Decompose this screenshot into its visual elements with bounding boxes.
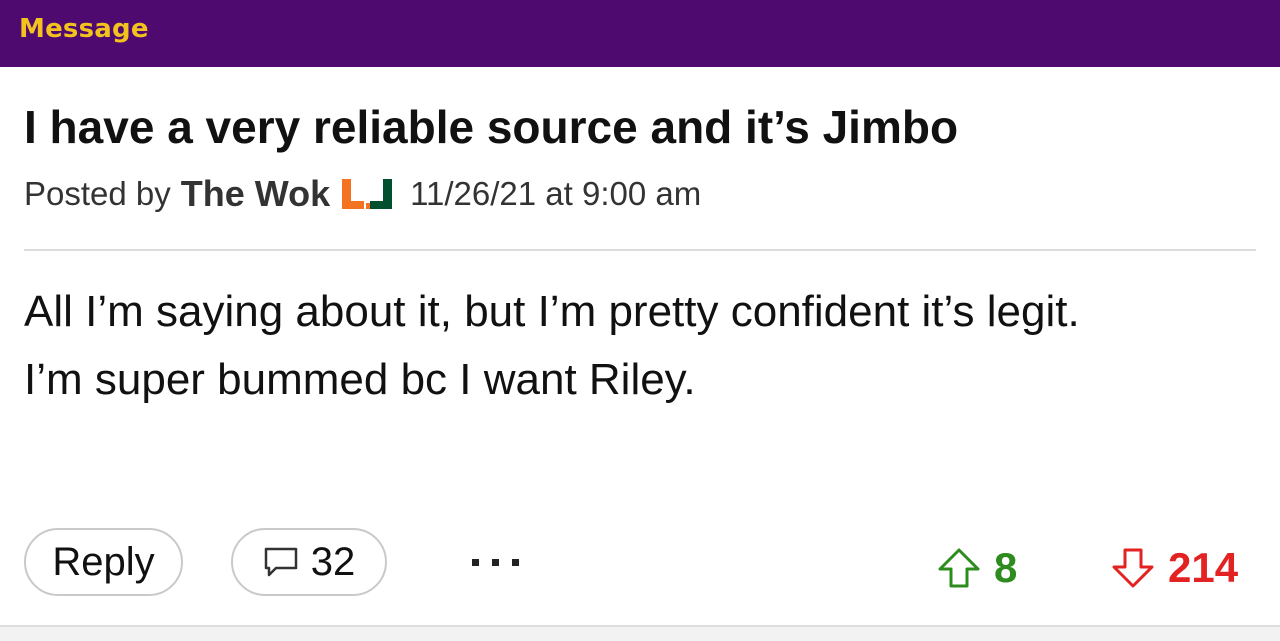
header-title: Message [19, 14, 149, 44]
posted-by-label: Posted by [24, 175, 171, 212]
post-title: I have a very reliable source and it’s J… [24, 101, 959, 153]
miami-u-logo-icon [340, 177, 398, 211]
post-timestamp: 11/26/21 at 9:00 am [410, 175, 702, 212]
comments-button[interactable]: 32 [231, 528, 387, 596]
downvote-button[interactable]: 214 [1110, 540, 1238, 596]
upvote-button[interactable]: 8 [936, 540, 1017, 596]
header-bar: Message [0, 0, 1280, 67]
downvote-count: 214 [1168, 544, 1239, 591]
up-arrow-icon [938, 548, 980, 588]
post-body: All I’m saying about it, but I’m pretty … [24, 278, 1264, 414]
down-arrow-icon [1112, 548, 1154, 588]
comment-count: 32 [310, 539, 356, 584]
more-dots-icon [471, 558, 479, 566]
reply-label: Reply [52, 539, 155, 584]
post-meta: Posted by The Wok 11/26/21 at 9:00 am [24, 172, 701, 216]
upvote-count: 8 [994, 544, 1018, 591]
speech-bubble-icon [263, 546, 299, 578]
post-body-line: I’m super bummed bc I want Riley. [24, 355, 696, 404]
post-body-line: All I’m saying about it, but I’m pretty … [24, 287, 1080, 336]
author-name[interactable]: The Wok [181, 173, 330, 215]
divider [24, 249, 1256, 251]
more-dot [511, 558, 519, 566]
more-dot [491, 558, 499, 566]
reply-button[interactable]: Reply [24, 528, 183, 596]
more-options-button[interactable] [455, 534, 535, 590]
